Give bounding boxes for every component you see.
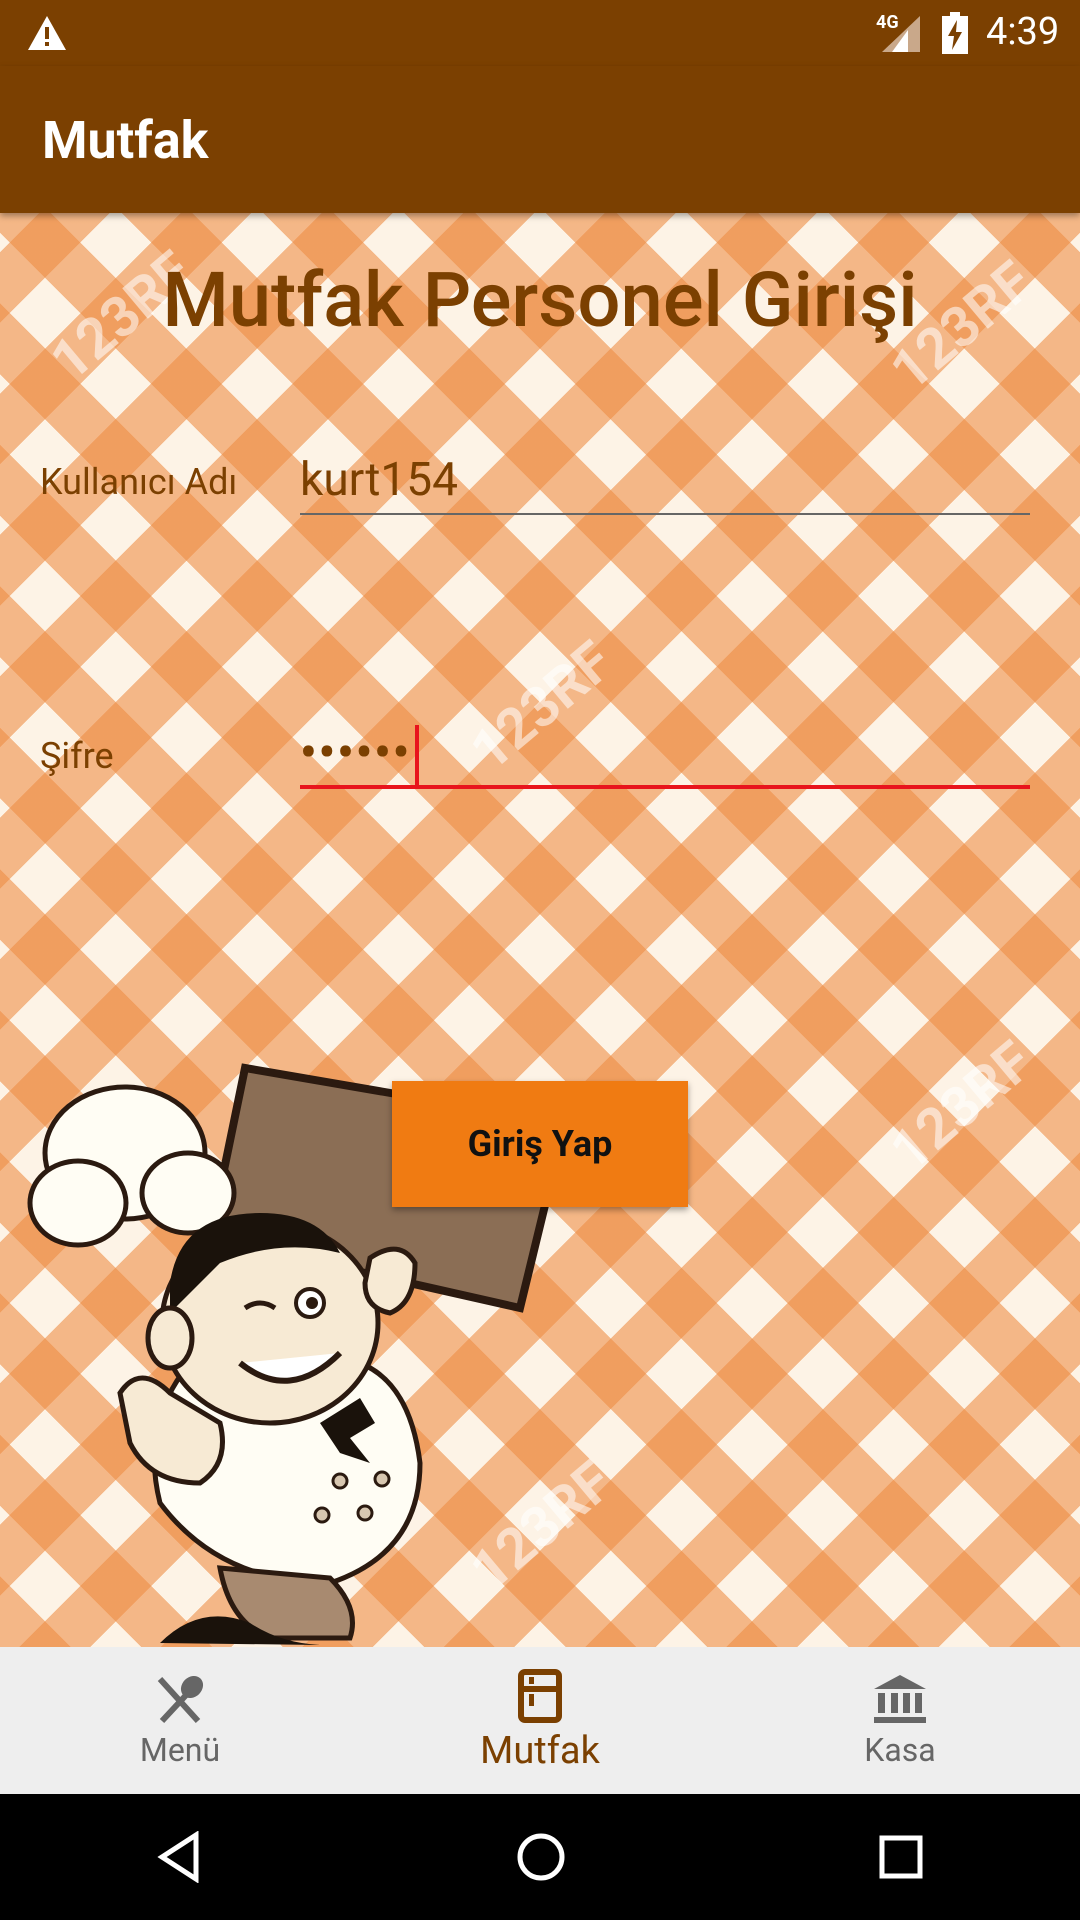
password-field[interactable]: ••••••: [300, 725, 1030, 789]
app-bar: Mutfak: [0, 66, 1080, 213]
nav-item-kitchen[interactable]: Mutfak: [360, 1647, 720, 1794]
username-label: Kullanıcı Adı: [40, 461, 238, 503]
password-label: Şifre: [40, 735, 114, 777]
login-content: 123RF 123RF 123RF 123RF 123RF Mutfak Per…: [0, 213, 1080, 1647]
bank-icon: [874, 1674, 926, 1723]
nav-label-cashier: Kasa: [864, 1730, 936, 1769]
nav-label-kitchen: Mutfak: [480, 1728, 600, 1773]
password-value: ••••••: [300, 726, 412, 781]
bottom-navigation: Menü Mutfak Kasa: [0, 1647, 1080, 1794]
home-icon[interactable]: [516, 1832, 566, 1882]
username-value: kurt154: [300, 453, 458, 507]
warning-icon: [28, 16, 66, 50]
watermark: 123RF: [877, 1028, 1046, 1184]
battery-charging-icon: [942, 12, 968, 54]
nav-item-cashier[interactable]: Kasa: [720, 1647, 1080, 1794]
text-cursor: [415, 725, 420, 787]
recents-icon[interactable]: [878, 1834, 924, 1880]
system-navigation-bar: [0, 1794, 1080, 1920]
signal-icon: [882, 16, 920, 52]
app-title: Mutfak: [42, 110, 209, 171]
nav-item-menu[interactable]: Menü: [0, 1647, 360, 1794]
login-button[interactable]: Giriş Yap: [392, 1081, 688, 1207]
status-bar: 4G 4:39: [0, 0, 1080, 66]
status-time: 4:39: [986, 10, 1060, 54]
back-icon[interactable]: [156, 1831, 204, 1883]
utensils-icon: [157, 1675, 204, 1723]
page-heading: Mutfak Personel Girişi: [162, 255, 918, 345]
username-field[interactable]: kurt154: [300, 453, 1030, 515]
kitchen-icon: [518, 1668, 562, 1723]
nav-label-menu: Menü: [139, 1730, 221, 1769]
